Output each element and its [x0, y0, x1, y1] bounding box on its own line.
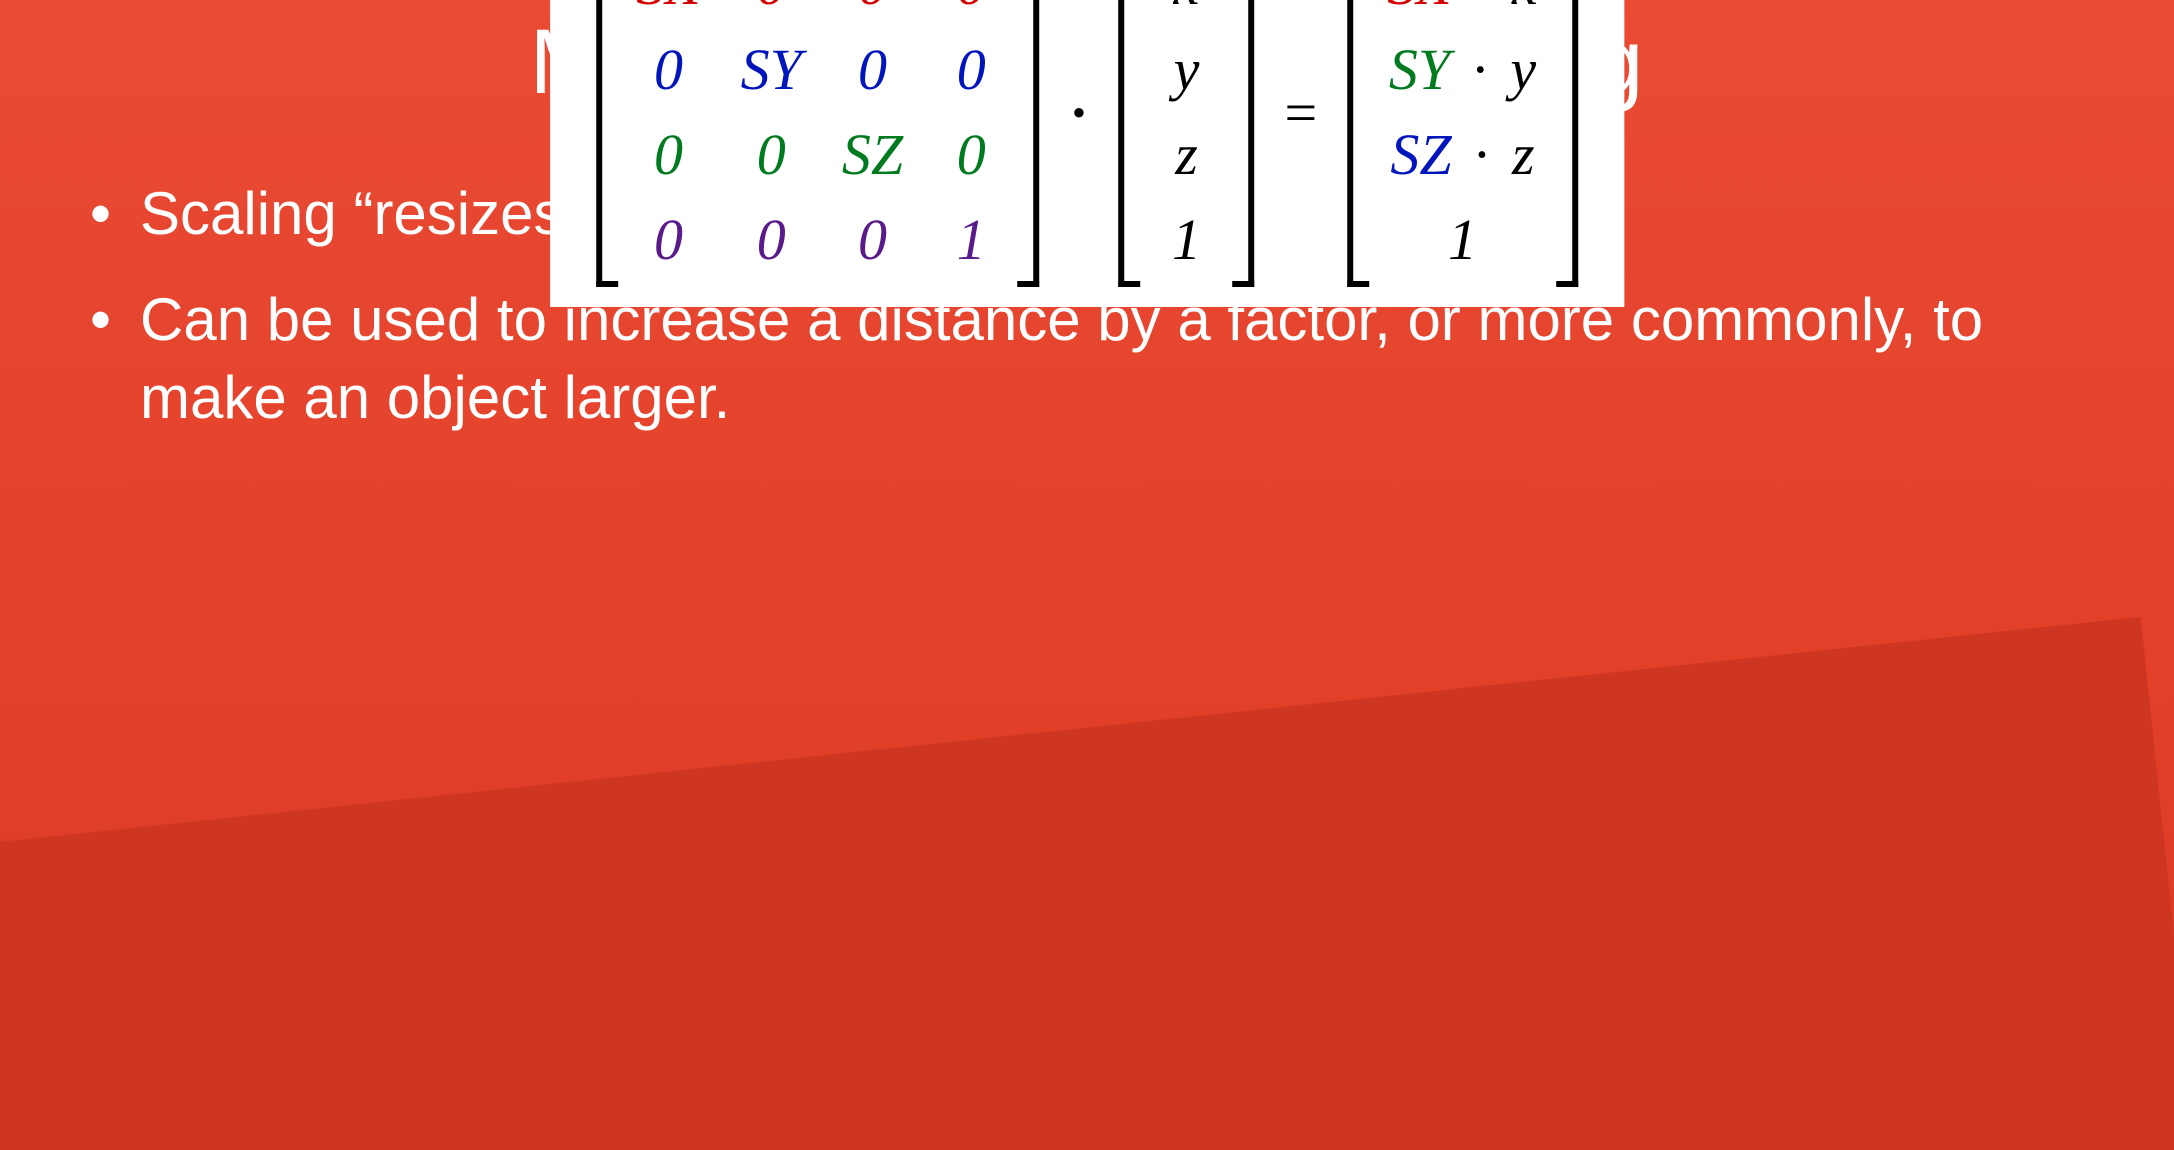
slide-content: Matrix Transforms: Scaling Scaling “resi… — [0, 0, 2174, 437]
right-bracket-icon — [1556, 0, 1578, 287]
scale-factor: SX — [1387, 0, 1451, 17]
matrix-cell: SZ — [842, 121, 903, 188]
vector-cell: 1 — [1159, 206, 1215, 273]
matrix-cell: 0 — [842, 206, 903, 273]
matrix-cell: 1 — [943, 206, 999, 273]
vector-grid: x y z 1 — [1141, 0, 1233, 287]
var-text: y — [1510, 37, 1536, 102]
matrix-cell: 0 — [943, 36, 999, 103]
scale-factor: SZ — [1390, 122, 1451, 187]
output-vector: SX · x SY · y SZ · z 1 — [1347, 0, 1578, 287]
matrix-cell: SY — [741, 36, 802, 103]
vector-cell: 1 — [1387, 206, 1538, 273]
matrix-cell: 0 — [943, 121, 999, 188]
right-bracket-icon — [1017, 0, 1039, 287]
matrix-cell: SX — [636, 0, 700, 18]
matrix-cell: 0 — [636, 36, 700, 103]
dot-text: · — [1466, 0, 1497, 17]
dot-operator: · — [1047, 79, 1110, 146]
scale-matrix: SX 0 0 0 0 SY 0 0 0 0 SZ 0 0 0 0 1 — [596, 0, 1039, 287]
vector-cell: SX · x — [1387, 0, 1538, 18]
matrix-cell: 0 — [842, 36, 903, 103]
dot-text: · — [1465, 37, 1496, 102]
matrix-cell: 0 — [636, 121, 700, 188]
var-text: z — [1512, 122, 1535, 187]
vector-cell: SY · y — [1387, 36, 1538, 103]
slide: Matrix Transforms: Scaling Scaling “resi… — [0, 0, 2174, 1150]
vector-cell: SZ · z — [1387, 121, 1538, 188]
vector-cell: z — [1159, 121, 1215, 188]
matrix-cell: 0 — [741, 121, 802, 188]
left-bracket-icon — [1347, 0, 1369, 287]
vector-cell: x — [1159, 0, 1215, 18]
left-bracket-icon — [1119, 0, 1141, 287]
right-bracket-icon — [1233, 0, 1255, 287]
left-bracket-icon — [596, 0, 618, 287]
vector-cell: y — [1159, 36, 1215, 103]
matrix-cell: 0 — [636, 206, 700, 273]
matrix-cell: 0 — [741, 0, 802, 18]
equation-box: SX 0 0 0 0 SY 0 0 0 0 SZ 0 0 0 0 1 — [550, 0, 1624, 307]
vector-grid: SX · x SY · y SZ · z 1 — [1369, 0, 1556, 287]
matrix-grid: SX 0 0 0 0 SY 0 0 0 0 SZ 0 0 0 0 1 — [618, 0, 1017, 287]
var-text: x — [1512, 0, 1538, 17]
matrix-cell: 0 — [842, 0, 903, 18]
var-text: 1 — [1448, 207, 1477, 272]
matrix-cell: 0 — [741, 206, 802, 273]
matrix-cell: 0 — [943, 0, 999, 18]
scale-factor: SY — [1389, 37, 1450, 102]
dot-text: · — [1466, 122, 1497, 187]
input-vector: x y z 1 — [1119, 0, 1255, 287]
equals-operator: = — [1263, 79, 1340, 146]
